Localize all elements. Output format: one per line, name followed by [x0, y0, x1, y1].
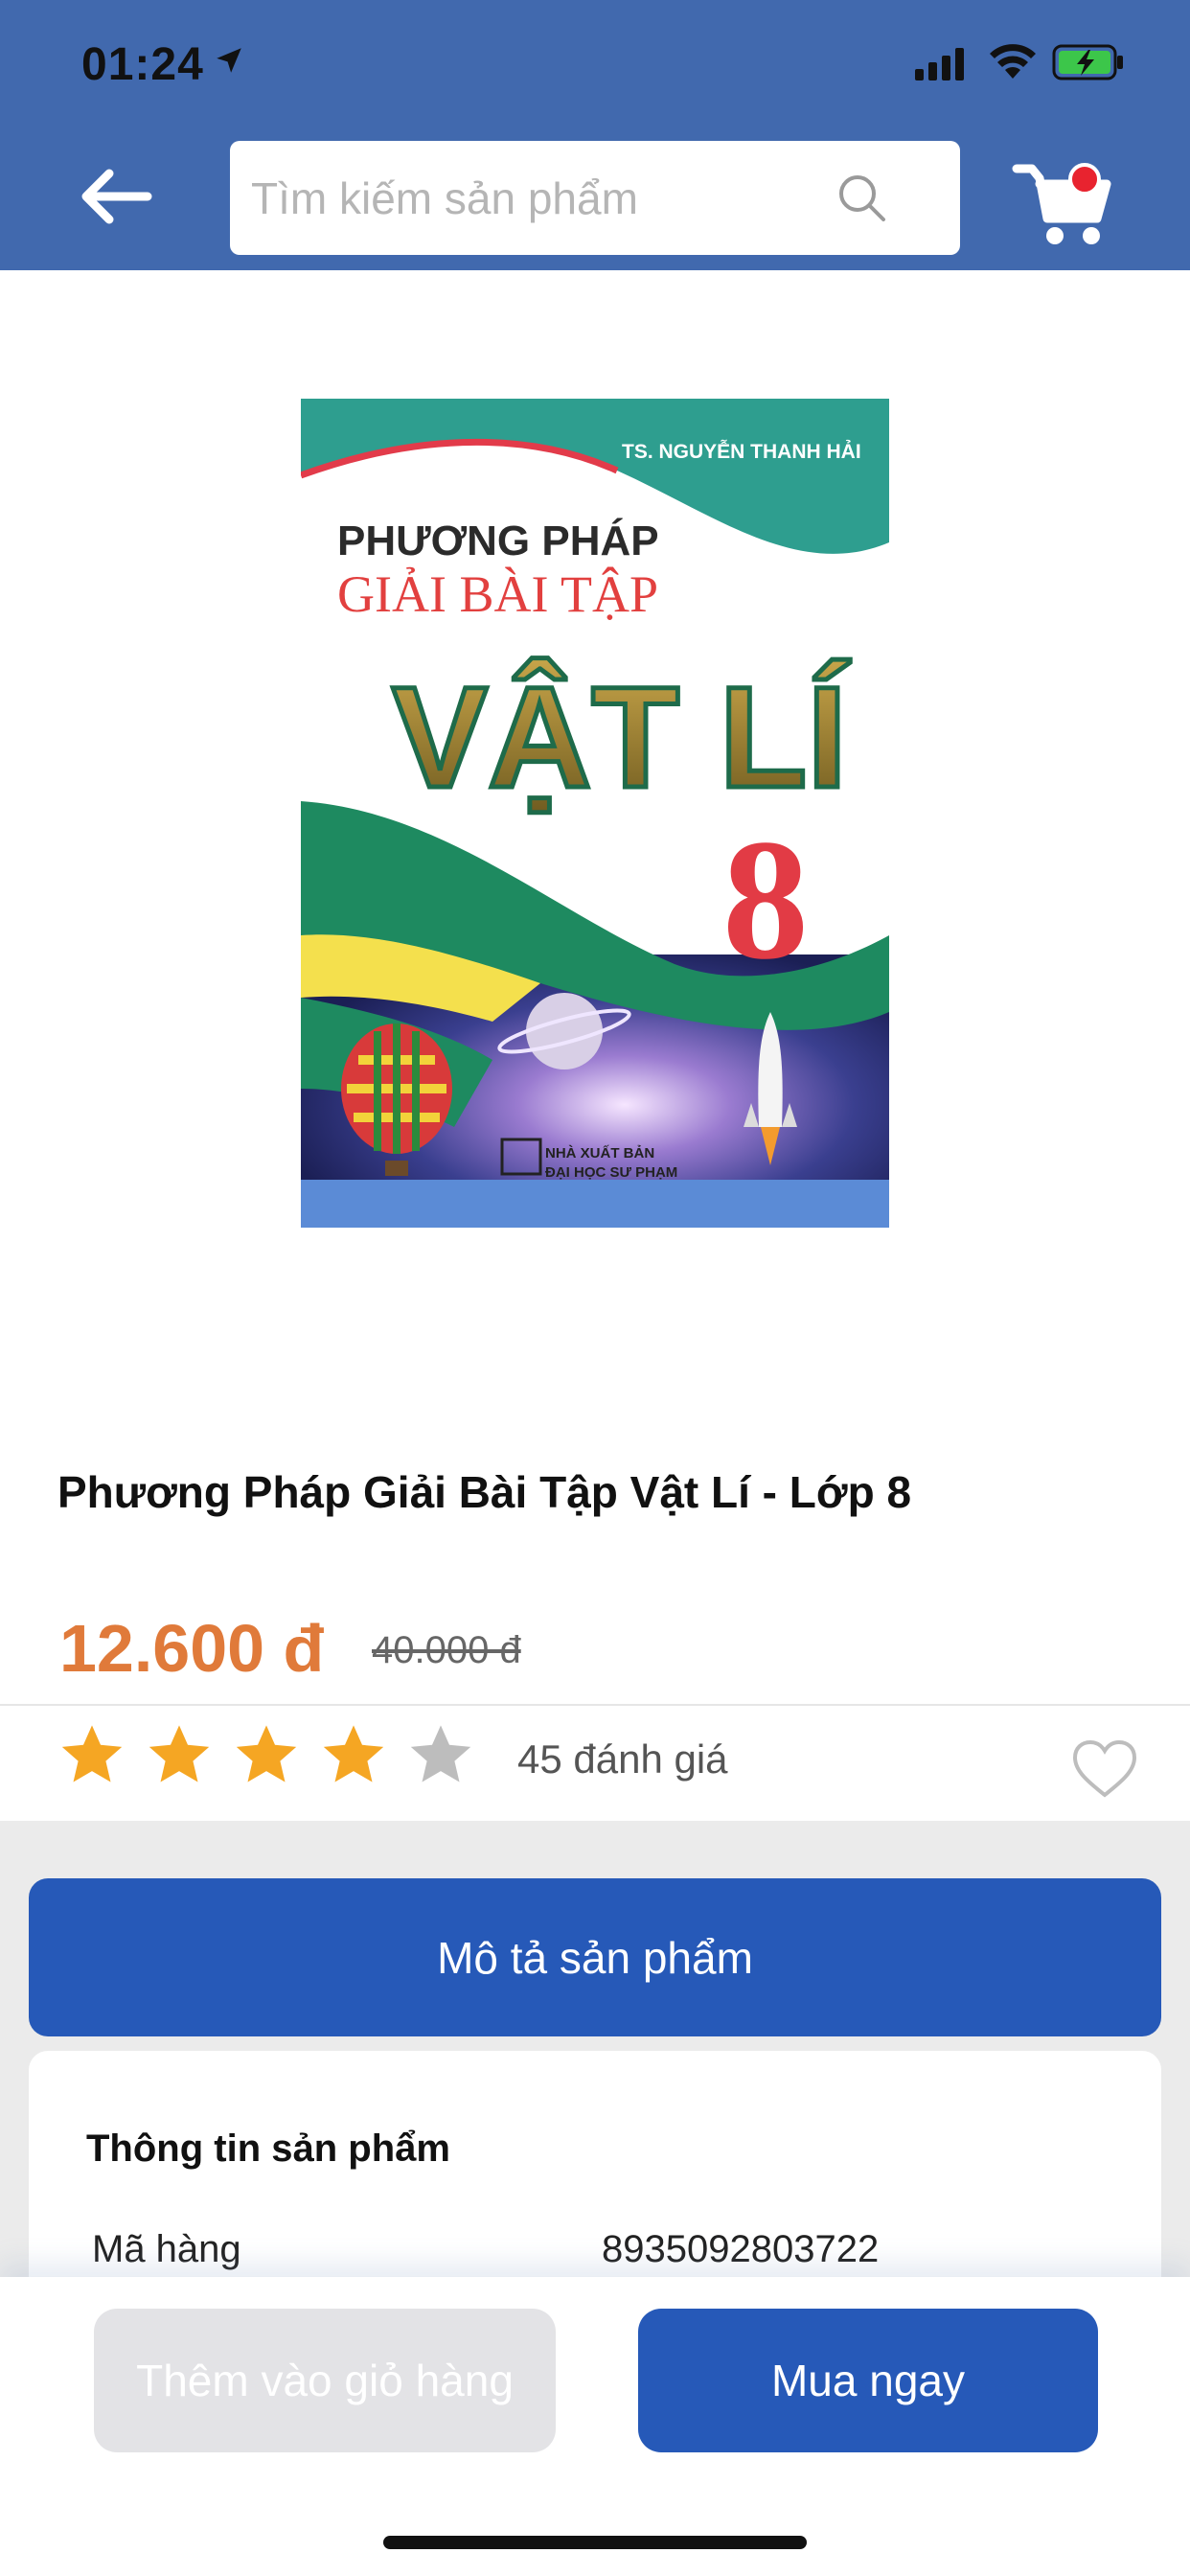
arrow-left-icon — [81, 169, 152, 224]
product-description-button[interactable]: Mô tả sản phẩm — [29, 1878, 1161, 2036]
info-row-value: 8935092803722 — [602, 2228, 880, 2270]
cover-line1: PHƯƠNG PHÁP — [337, 517, 659, 564]
heart-outline-icon[interactable] — [1071, 1739, 1138, 1799]
star-filled-icon[interactable] — [145, 1720, 214, 1789]
review-count[interactable]: 45 đánh giá — [517, 1736, 728, 1782]
rating-stars[interactable] — [57, 1720, 475, 1789]
back-button[interactable] — [67, 158, 163, 235]
wifi-icon — [990, 44, 1036, 79]
add-to-cart-button[interactable]: Thêm vào giỏ hàng — [94, 2309, 556, 2452]
product-price: 12.600 đ — [59, 1611, 325, 1686]
buy-now-button[interactable]: Mua ngay — [638, 2309, 1098, 2452]
cart-badge — [1068, 163, 1101, 196]
divider — [0, 1704, 1190, 1706]
cover-author: TS. NGUYỄN THANH HẢI — [622, 441, 861, 463]
location-arrow-icon — [217, 48, 241, 73]
star-filled-icon[interactable] — [319, 1720, 388, 1789]
battery-charging-icon — [1052, 44, 1123, 80]
star-empty-icon[interactable] — [406, 1720, 475, 1789]
home-indicator[interactable] — [383, 2536, 807, 2549]
product-image[interactable]: TS. NGUYỄN THANH HẢI PHƯƠNG PHÁP GIẢI BÀ… — [301, 399, 889, 1228]
cover-publisher-2: ĐẠI HỌC SƯ PHẠM — [545, 1164, 677, 1181]
book-cover-illustration: TS. NGUYỄN THANH HẢI PHƯƠNG PHÁP GIẢI BÀ… — [301, 399, 889, 1228]
cellular-signal-icon — [915, 48, 964, 80]
product-info-heading: Thông tin sản phẩm — [86, 2128, 450, 2170]
product-old-price: 40.000 đ — [372, 1629, 521, 1671]
product-title: Phương Pháp Giải Bài Tập Vật Lí - Lớp 8 — [57, 1467, 912, 1517]
cover-line2: GIẢI BÀI TẬP — [337, 565, 658, 623]
star-filled-icon[interactable] — [57, 1720, 126, 1789]
cover-grade: 8 — [722, 804, 809, 995]
cover-publisher-1: NHÀ XUẤT BẢN — [545, 1145, 654, 1162]
cover-subject: VẬT LÍ — [392, 656, 850, 817]
search-input[interactable] — [251, 141, 845, 255]
status-time: 01:24 — [81, 39, 204, 90]
search-bar[interactable] — [230, 141, 960, 255]
shopping-cart-icon[interactable] — [1011, 155, 1116, 251]
search-icon[interactable] — [834, 170, 891, 227]
info-row-key: Mã hàng — [92, 2228, 241, 2270]
star-filled-icon[interactable] — [232, 1720, 301, 1789]
